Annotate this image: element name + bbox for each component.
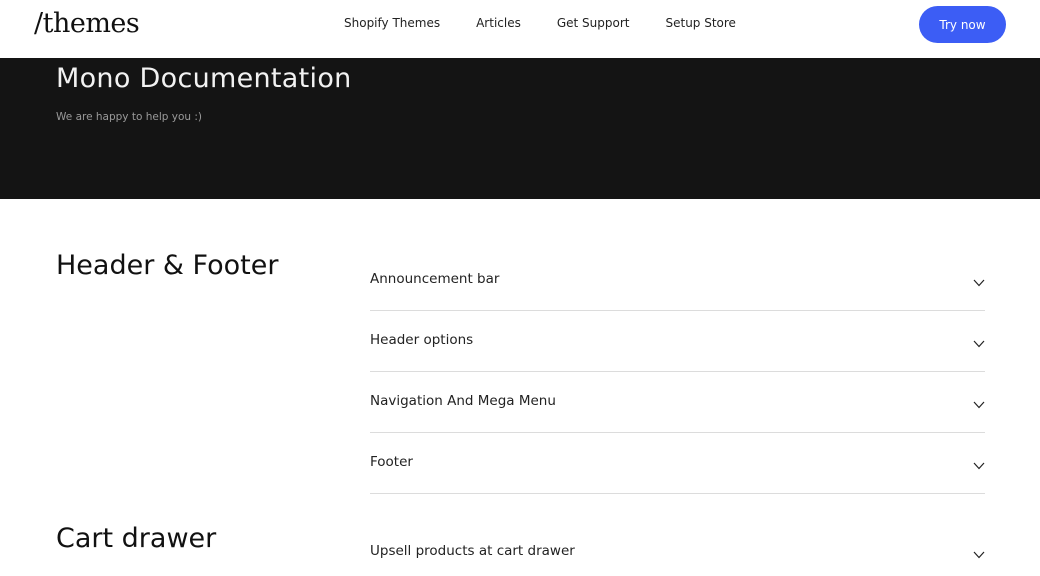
accordion-item-header-options[interactable]: Header options [370, 311, 985, 372]
accordion-item-announcement-bar[interactable]: Announcement bar [370, 250, 985, 311]
accordion-item-upsell-products[interactable]: Upsell products at cart drawer [370, 523, 985, 576]
page-title: Mono Documentation [56, 63, 352, 94]
chevron-down-icon [973, 551, 985, 559]
nav-shopify-themes[interactable]: Shopify Themes [344, 16, 440, 30]
chevron-down-icon [973, 401, 985, 409]
accordion-label: Upsell products at cart drawer [370, 543, 575, 559]
nav-articles[interactable]: Articles [476, 16, 521, 30]
accordion-label: Announcement bar [370, 271, 500, 287]
accordion-item-footer[interactable]: Footer [370, 433, 985, 494]
chevron-down-icon [973, 462, 985, 470]
site-logo[interactable]: /themes [34, 8, 140, 39]
main-nav: Shopify Themes Articles Get Support Setu… [344, 16, 772, 30]
hero-subtitle: We are happy to help you :) [56, 111, 203, 123]
accordion-label: Header options [370, 332, 474, 348]
chevron-down-icon [973, 340, 985, 348]
chevron-down-icon [973, 279, 985, 287]
accordion-label: Navigation And Mega Menu [370, 393, 556, 409]
section-title-cart-drawer: Cart drawer [56, 523, 217, 554]
site-header: /themes Shopify Themes Articles Get Supp… [0, 0, 1040, 58]
accordion-label: Footer [370, 454, 413, 470]
try-now-button[interactable]: Try now [919, 6, 1006, 43]
hero-banner: Mono Documentation We are happy to help … [0, 58, 1040, 199]
nav-setup-store[interactable]: Setup Store [665, 16, 735, 30]
section-title-header-footer: Header & Footer [56, 250, 279, 281]
nav-get-support[interactable]: Get Support [557, 16, 630, 30]
accordion-item-navigation-mega-menu[interactable]: Navigation And Mega Menu [370, 372, 985, 433]
